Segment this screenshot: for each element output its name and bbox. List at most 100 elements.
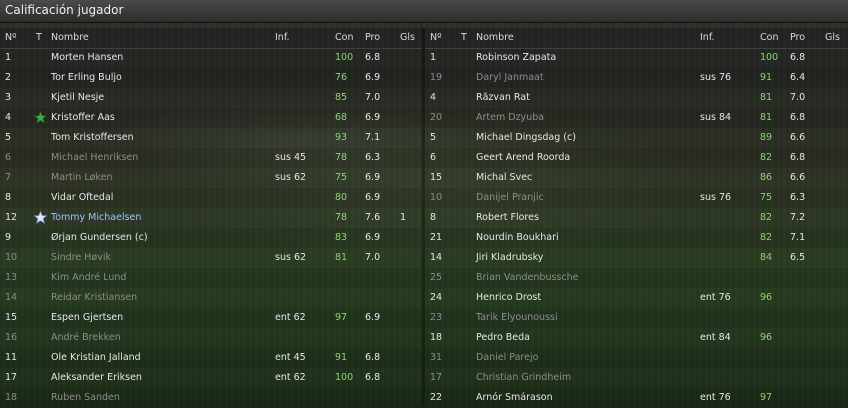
player-name: Ole Kristian Jalland xyxy=(51,352,141,363)
player-name: Espen Gjertsen xyxy=(51,312,124,323)
player-row[interactable]: 23 Tarik Elyounoussi xyxy=(425,308,848,328)
player-number: 17 xyxy=(5,372,18,383)
player-rating: 6.9 xyxy=(365,232,381,243)
header-t[interactable]: T xyxy=(461,32,467,43)
player-row[interactable]: 12 Tommy Michaelsen 78 7.6 1 xyxy=(0,208,422,228)
player-name: Kjetil Nesje xyxy=(51,92,105,103)
player-row[interactable]: 9 Ørjan Gundersen (c) 83 6.9 xyxy=(0,228,422,248)
player-row[interactable]: 20 Artem Dzyuba sus 84 81 6.8 xyxy=(425,108,848,128)
player-number: 16 xyxy=(5,332,18,343)
player-number: 24 xyxy=(430,292,443,303)
header-inf[interactable]: Inf. xyxy=(275,32,290,43)
player-name: Michal Svec xyxy=(476,172,533,183)
player-info: ent 62 xyxy=(275,312,306,323)
player-row[interactable]: 6 Geert Arend Roorda 82 6.8 xyxy=(425,148,848,168)
player-number: 4 xyxy=(5,112,12,123)
player-row[interactable]: 15 Espen Gjertsen ent 62 97 6.9 xyxy=(0,308,422,328)
header-gls[interactable]: Gls xyxy=(825,32,840,43)
player-rating: 6.8 xyxy=(790,112,806,123)
player-row[interactable]: 18 Ruben Sanden xyxy=(0,388,422,408)
player-row[interactable]: 11 Ole Kristian Jalland ent 45 91 6.8 xyxy=(0,348,422,368)
header-num[interactable]: Nº xyxy=(430,32,442,43)
player-row[interactable]: 15 Michal Svec 86 6.6 xyxy=(425,168,848,188)
player-row[interactable]: 19 Daryl Janmaat sus 76 91 6.4 xyxy=(425,68,848,88)
player-condition: 100 xyxy=(760,52,779,63)
player-row[interactable]: 8 Robert Flores 82 7.2 xyxy=(425,208,848,228)
player-row[interactable]: 16 André Brekken xyxy=(0,328,422,348)
player-name: Christian Grindheim xyxy=(476,372,572,383)
player-info: sus 62 xyxy=(275,172,307,183)
player-condition: 89 xyxy=(760,132,773,143)
player-row[interactable]: 8 Vidar Oftedal 80 6.9 xyxy=(0,188,422,208)
header-con[interactable]: Con xyxy=(335,32,353,43)
player-number: 18 xyxy=(5,392,18,403)
player-row[interactable]: 17 Christian Grindheim xyxy=(425,368,848,388)
player-row[interactable]: 14 Jiri Kladrubsky 84 6.5 xyxy=(425,248,848,268)
player-condition: 76 xyxy=(335,72,348,83)
player-name: André Brekken xyxy=(51,332,121,343)
player-number: 7 xyxy=(5,172,12,183)
player-row[interactable]: 5 Michael Dingsdag (c) 89 6.6 xyxy=(425,128,848,148)
header-num[interactable]: Nº xyxy=(5,32,17,43)
player-row[interactable]: 17 Aleksander Eriksen ent 62 100 6.8 xyxy=(0,368,422,388)
player-name: Pedro Beda xyxy=(476,332,531,343)
table-header: Nº T Nombre Inf. Con Pro Gls xyxy=(0,28,422,49)
player-row[interactable]: 31 Daniel Parejo xyxy=(425,348,848,368)
header-inf[interactable]: Inf. xyxy=(700,32,715,43)
player-info: sus 76 xyxy=(700,72,732,83)
player-row[interactable]: 5 Tom Kristoffersen 93 7.1 xyxy=(0,128,422,148)
player-row[interactable]: 1 Robinson Zapata 100 6.8 xyxy=(425,48,848,68)
player-condition: 93 xyxy=(335,132,348,143)
header-pro[interactable]: Pro xyxy=(790,32,805,43)
player-name: Tor Erling Buljo xyxy=(51,72,122,83)
player-row[interactable]: 6 Michael Henriksen sus 45 78 6.3 xyxy=(0,148,422,168)
player-name: Morten Hansen xyxy=(51,52,124,63)
player-condition: 91 xyxy=(335,352,348,363)
player-row[interactable]: 1 Morten Hansen 100 6.8 xyxy=(0,48,422,68)
player-condition: 100 xyxy=(335,52,354,63)
player-row[interactable]: 22 Arnór Smárason ent 76 97 xyxy=(425,388,848,408)
player-row[interactable]: 18 Pedro Beda ent 84 96 xyxy=(425,328,848,348)
player-number: 4 xyxy=(430,92,437,103)
header-name[interactable]: Nombre xyxy=(51,32,89,43)
player-name: Henrico Drost xyxy=(476,292,542,303)
player-rating: 6.9 xyxy=(365,72,381,83)
player-row[interactable]: 25 Brian Vandenbussche xyxy=(425,268,848,288)
player-row[interactable]: 7 Martin Løken sus 62 75 6.9 xyxy=(0,168,422,188)
player-number: 19 xyxy=(430,72,443,83)
player-rating: 6.6 xyxy=(790,132,806,143)
header-t[interactable]: T xyxy=(36,32,42,43)
player-condition: 82 xyxy=(760,152,773,163)
player-name: Kim André Lund xyxy=(51,272,127,283)
green-star-icon xyxy=(33,110,48,124)
player-number: 1 xyxy=(430,52,437,63)
player-row[interactable]: 24 Henrico Drost ent 76 96 xyxy=(425,288,848,308)
header-con[interactable]: Con xyxy=(760,32,778,43)
player-row[interactable]: 10 Danijel Pranjic sus 76 75 6.3 xyxy=(425,188,848,208)
player-condition: 78 xyxy=(335,152,348,163)
player-rating: 6.8 xyxy=(365,352,381,363)
player-row[interactable]: 2 Tor Erling Buljo 76 6.9 xyxy=(0,68,422,88)
player-rating: 6.4 xyxy=(790,72,806,83)
player-number: 6 xyxy=(430,152,437,163)
player-number: 15 xyxy=(5,312,18,323)
player-row[interactable]: 4 Răzvan Rat 81 7.0 xyxy=(425,88,848,108)
player-name: Răzvan Rat xyxy=(476,92,530,103)
player-row[interactable]: 4 Kristoffer Aas 68 6.9 xyxy=(0,108,422,128)
player-name: Ruben Sanden xyxy=(51,392,120,403)
player-name: Tommy Michaelsen xyxy=(51,212,142,223)
player-row[interactable]: 3 Kjetil Nesje 85 7.0 xyxy=(0,88,422,108)
player-number: 5 xyxy=(430,132,437,143)
header-gls[interactable]: Gls xyxy=(400,32,415,43)
player-name: Kristoffer Aas xyxy=(51,112,115,123)
player-rating: 7.2 xyxy=(790,212,806,223)
player-row[interactable]: 14 Reidar Kristiansen xyxy=(0,288,422,308)
player-row[interactable]: 13 Kim André Lund xyxy=(0,268,422,288)
player-condition: 96 xyxy=(760,292,773,303)
header-pro[interactable]: Pro xyxy=(365,32,380,43)
player-number: 20 xyxy=(430,112,443,123)
player-row[interactable]: 21 Nourdin Boukhari 82 7.1 xyxy=(425,228,848,248)
player-number: 6 xyxy=(5,152,12,163)
player-row[interactable]: 10 Sindre Høvik sus 62 81 7.0 xyxy=(0,248,422,268)
header-name[interactable]: Nombre xyxy=(476,32,514,43)
